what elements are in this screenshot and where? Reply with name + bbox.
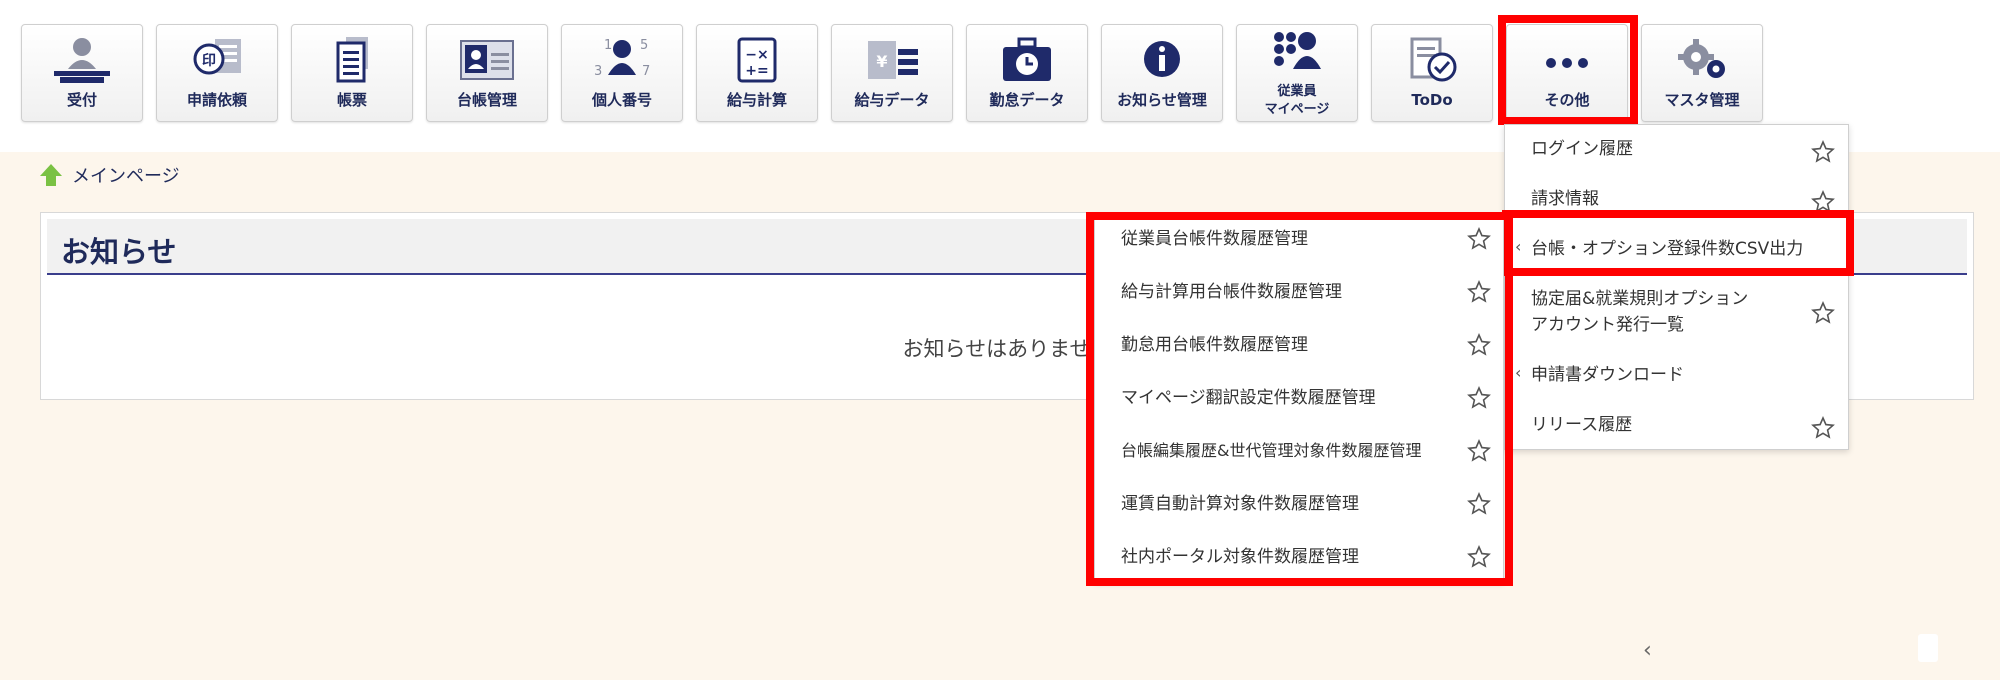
menu-item-label: 請求情報 — [1531, 189, 1599, 209]
toolbar-button-other[interactable]: その他 — [1506, 24, 1628, 122]
toolbar-button-ledger-management[interactable]: 台帳管理 — [426, 24, 548, 122]
menu-item-billing-info[interactable]: 請求情報 — [1505, 175, 1848, 225]
star-icon[interactable] — [1467, 545, 1491, 569]
star-icon[interactable] — [1811, 190, 1835, 214]
menu-item-label-line1: 協定届&就業規則オプション — [1531, 289, 1749, 309]
info-icon — [1144, 41, 1180, 77]
id-card-icon — [460, 40, 514, 80]
menu-item-label: 勤怠用台帳件数履歴管理 — [1121, 335, 1308, 355]
submenu-item-fare-auto-calc-count[interactable]: 運賃自動計算対象件数履歴管理 — [1095, 480, 1503, 533]
toolbar-label: 帳票 — [336, 91, 367, 109]
menu-item-agreement-account-list[interactable]: 協定届&就業規則オプション アカウント発行一覧 — [1505, 275, 1848, 351]
toolbar-button-employee-mypage[interactable]: 従業員 マイページ — [1236, 24, 1358, 122]
count-history-submenu: 従業員台帳件数履歴管理 給与計算用台帳件数履歴管理 勤怠用台帳件数履歴管理 マイ… — [1094, 214, 1504, 582]
menu-item-label: ログイン履歴 — [1531, 139, 1633, 159]
clock-briefcase-icon — [1003, 37, 1051, 81]
submenu-item-employee-ledger-count[interactable]: 従業員台帳件数履歴管理 — [1095, 215, 1503, 268]
menu-item-label: 給与計算用台帳件数履歴管理 — [1121, 282, 1342, 302]
toolbar-label: 申請依頼 — [186, 91, 247, 109]
toolbar-label-line1: 従業員 — [1277, 84, 1317, 99]
submenu-item-attendance-ledger-count[interactable]: 勤怠用台帳件数履歴管理 — [1095, 321, 1503, 374]
toolbar-label-line2: マイページ — [1264, 102, 1330, 117]
star-icon[interactable] — [1467, 333, 1491, 357]
menu-item-ledger-option-csv-export[interactable]: ‹ 台帳・オプション登録件数CSV出力 — [1505, 225, 1848, 275]
scroll-indicator[interactable] — [1918, 634, 1938, 662]
menu-item-label: 運賃自動計算対象件数履歴管理 — [1121, 494, 1359, 514]
toolbar-button-forms[interactable]: 帳票 — [291, 24, 413, 122]
toolbar-label: ToDo — [1411, 91, 1453, 109]
toolbar-button-notice-management[interactable]: お知らせ管理 — [1101, 24, 1223, 122]
menu-item-label-line2: アカウント発行一覧 — [1531, 315, 1684, 335]
star-icon[interactable] — [1467, 280, 1491, 304]
toolbar-label: 給与計算 — [726, 91, 787, 109]
person-number-icon: 13 5 7 — [594, 38, 650, 79]
home-icon[interactable] — [38, 162, 64, 188]
chevron-left-icon: ‹ — [1515, 363, 1522, 382]
toolbar-button-payroll-calculation[interactable]: −× += 給与計算 — [696, 24, 818, 122]
toolbar-button-master-management[interactable]: マスタ管理 — [1641, 24, 1763, 122]
star-icon[interactable] — [1467, 227, 1491, 251]
employee-gear-icon — [1274, 32, 1321, 69]
toolbar-button-todo[interactable]: ToDo — [1371, 24, 1493, 122]
stamp-document-icon: 印 — [193, 39, 241, 75]
breadcrumb: メインページ — [38, 160, 180, 190]
toolbar-label: 勤怠データ — [989, 91, 1065, 109]
toolbar-button-attendance-data[interactable]: 勤怠データ — [966, 24, 1088, 122]
calculator-icon: −×+= — [737, 37, 777, 83]
toolbar-label: 台帳管理 — [456, 91, 517, 109]
toolbar-button-personal-number[interactable]: 13 5 7 個人番号 — [561, 24, 683, 122]
menu-item-label: マイページ翻訳設定件数履歴管理 — [1121, 388, 1376, 408]
toolbar-label: 給与データ — [854, 91, 930, 109]
menu-item-release-history[interactable]: リリース履歴 — [1505, 401, 1848, 451]
menu-item-login-history[interactable]: ログイン履歴 — [1505, 125, 1848, 175]
svg-text:¥: ¥ — [876, 52, 887, 71]
menu-item-label: 社内ポータル対象件数履歴管理 — [1121, 547, 1359, 567]
digit-1: 1 — [604, 38, 612, 53]
toolbar-label: その他 — [1544, 91, 1590, 109]
gears-icon — [1678, 39, 1725, 78]
star-icon[interactable] — [1811, 140, 1835, 164]
toolbar-button-payroll-data[interactable]: ¥ 給与データ — [831, 24, 953, 122]
svg-text:+=: += — [745, 63, 768, 79]
todo-check-icon — [1410, 37, 1457, 82]
chevron-left-icon: ‹ — [1515, 237, 1522, 256]
submenu-item-mypage-translation-count[interactable]: マイページ翻訳設定件数履歴管理 — [1095, 374, 1503, 427]
chevron-left-icon[interactable]: ‹ — [1643, 638, 1652, 663]
svg-text:印: 印 — [202, 52, 216, 69]
toolbar-label: マスタ管理 — [1664, 91, 1740, 109]
star-icon[interactable] — [1467, 492, 1491, 516]
document-list-icon — [336, 37, 368, 83]
toolbar-label: 個人番号 — [591, 91, 652, 109]
menu-item-label: 従業員台帳件数履歴管理 — [1121, 229, 1308, 249]
svg-text:−×: −× — [745, 47, 768, 63]
notice-title: お知らせ — [61, 235, 177, 269]
star-icon[interactable] — [1467, 386, 1491, 410]
yen-data-icon: ¥ — [868, 41, 918, 79]
toolbar-button-reception[interactable]: 受付 — [21, 24, 143, 122]
breadcrumb-main-page[interactable]: メインページ — [72, 162, 180, 188]
toolbar-label: 受付 — [66, 91, 97, 109]
menu-item-label: 申請書ダウンロード — [1531, 365, 1684, 385]
person-desk-icon — [54, 38, 110, 83]
toolbar-label: お知らせ管理 — [1117, 91, 1207, 109]
digit-3: 3 — [594, 64, 602, 79]
submenu-item-internal-portal-count[interactable]: 社内ポータル対象件数履歴管理 — [1095, 533, 1503, 583]
toolbar-button-application-request[interactable]: 印 申請依頼 — [156, 24, 278, 122]
other-dropdown-menu: ログイン履歴 請求情報 ‹ 台帳・オプション登録件数CSV出力 協定届&就業規則… — [1504, 124, 1849, 450]
digit-7: 7 — [642, 64, 650, 79]
menu-item-application-download[interactable]: ‹ 申請書ダウンロード — [1505, 351, 1848, 401]
submenu-item-ledger-edit-history-count[interactable]: 台帳編集履歴&世代管理対象件数履歴管理 — [1095, 427, 1503, 480]
submenu-item-payroll-ledger-count[interactable]: 給与計算用台帳件数履歴管理 — [1095, 268, 1503, 321]
more-dots-icon — [1546, 58, 1588, 68]
star-icon[interactable] — [1811, 416, 1835, 440]
menu-item-label: リリース履歴 — [1531, 415, 1633, 435]
digit-5: 5 — [640, 38, 648, 53]
star-icon[interactable] — [1467, 439, 1491, 463]
menu-item-label: 台帳・オプション登録件数CSV出力 — [1531, 239, 1804, 259]
menu-item-label: 台帳編集履歴&世代管理対象件数履歴管理 — [1121, 441, 1422, 460]
star-icon[interactable] — [1811, 301, 1835, 325]
